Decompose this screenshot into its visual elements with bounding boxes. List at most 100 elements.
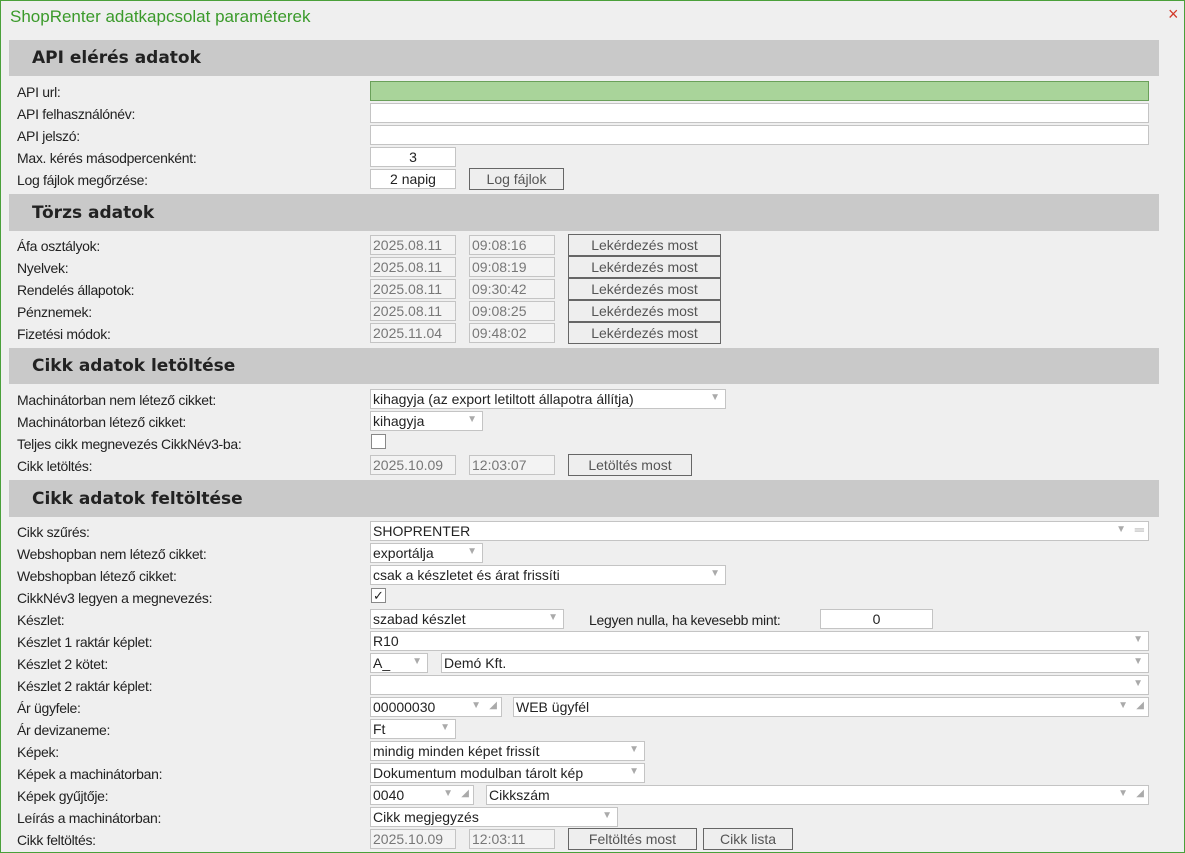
row-cikknev3: CikkNév3 legyen a megnevezés: ✓ <box>1 587 1185 609</box>
ar-ugyfel-code-select[interactable]: 00000030 ▼ ◢ <box>370 697 502 717</box>
torzs-date: 2025.08.11 <box>370 257 456 277</box>
row-letezo: Machinátorban létező cikket: kihagyja ▼ <box>1 411 1185 433</box>
szures-select[interactable]: SHOPRENTER ▼ ═ <box>370 521 1149 541</box>
api-url-input[interactable] <box>370 81 1149 101</box>
menu-icon[interactable]: ═ <box>1135 522 1144 537</box>
label: API jelszó: <box>17 128 80 144</box>
chevron-down-icon: ▼ <box>467 414 477 425</box>
row-log-retention: Log fájlok megőrzése: 2 napig Log fájlok <box>1 168 1185 191</box>
label: Készlet 1 raktár képlet: <box>17 634 153 650</box>
row-leiras: Leírás a machinátorban: Cikk megjegyzés ▼ <box>1 807 1185 829</box>
lekerdezes-most-button[interactable]: Lekérdezés most <box>568 256 721 278</box>
row-szures: Cikk szűrés: SHOPRENTER ▼ ═ <box>1 521 1185 543</box>
leiras-select[interactable]: Cikk megjegyzés ▼ <box>370 807 618 827</box>
value: SHOPRENTER <box>373 523 471 539</box>
torzs-date: 2025.11.04 <box>370 323 456 343</box>
log-files-button[interactable]: Log fájlok <box>469 168 564 190</box>
nulla-input[interactable]: 0 <box>820 609 933 629</box>
k2-kotet-code-select[interactable]: A_ ▼ <box>370 653 428 673</box>
chevron-down-icon: ▼ <box>443 788 453 799</box>
gyujto-name-select[interactable]: Cikkszám ▼ ◢ <box>486 785 1149 805</box>
label: API felhasználónév: <box>17 106 136 122</box>
lekerdezes-most-button[interactable]: Lekérdezés most <box>568 234 721 256</box>
lekerdezes-most-button[interactable]: Lekérdezés most <box>568 322 721 344</box>
teljes-nev-checkbox[interactable] <box>371 434 386 449</box>
section-header-torzs: Törzs adatok <box>9 194 1159 231</box>
max-requests-input[interactable]: 3 <box>370 147 456 167</box>
label: Ár ügyfele: <box>17 700 81 716</box>
close-icon[interactable]: × <box>1168 4 1179 25</box>
torzs-row: Áfa osztályok: 2025.08.11 09:08:16 Lekér… <box>1 234 1185 257</box>
letoltes-most-button[interactable]: Letöltés most <box>568 454 692 476</box>
row-k2-kotet: Készlet 2 kötet: A_ ▼ Demó Kft. ▼ <box>1 653 1185 675</box>
label: Webshopban létező cikket: <box>17 568 177 584</box>
label: Ár devizaneme: <box>17 722 111 738</box>
cikk-lista-button[interactable]: Cikk lista <box>703 828 793 850</box>
label: Leírás a machinátorban: <box>17 810 162 826</box>
label: Log fájlok megőrzése: <box>17 172 148 188</box>
ws-nem-select[interactable]: exportálja ▼ <box>370 543 483 563</box>
torzs-row: Pénznemek: 2025.08.11 09:08:25 Lekérdezé… <box>1 300 1185 323</box>
lekerdezes-most-button[interactable]: Lekérdezés most <box>568 278 721 300</box>
torzs-date: 2025.08.11 <box>370 279 456 299</box>
label: Készlet 2 kötet: <box>17 656 108 672</box>
letoltes-date: 2025.10.09 <box>370 455 456 475</box>
value: kihagyja (az export letiltott állapotra … <box>373 391 634 407</box>
chevron-down-icon: ▼ <box>1118 700 1128 711</box>
api-password-input[interactable] <box>370 125 1149 145</box>
log-retention-input[interactable]: 2 napig <box>370 169 456 189</box>
torzs-time: 09:30:42 <box>469 279 555 299</box>
dialog-window: ShopRenter adatkapcsolat paraméterek × A… <box>0 0 1185 853</box>
cikknev3-checkbox[interactable]: ✓ <box>371 588 386 603</box>
label: Képek: <box>17 744 59 760</box>
gyujto-code-select[interactable]: 0040 ▼ ◢ <box>370 785 474 805</box>
label: Cikk feltöltés: <box>17 832 96 848</box>
chevron-down-icon: ▼ <box>1133 634 1143 645</box>
label: Max. kérés másodpercenként: <box>17 150 197 166</box>
ws-letezo-select[interactable]: csak a készletet és árat frissíti ▼ <box>370 565 726 585</box>
api-username-input[interactable] <box>370 103 1149 123</box>
torzs-time: 09:08:19 <box>469 257 555 277</box>
resize-icon: ◢ <box>461 788 469 799</box>
row-ar-ugyfel: Ár ügyfele: 00000030 ▼ ◢ WEB ügyfél ▼ ◢ <box>1 697 1185 719</box>
section-header-letoltes: Cikk adatok letöltése <box>9 348 1159 384</box>
feltoltes-most-button[interactable]: Feltöltés most <box>568 828 697 850</box>
torzs-time: 09:08:16 <box>469 235 555 255</box>
row-ws-letezo: Webshopban létező cikket: csak a készlete… <box>1 565 1185 587</box>
k2-kotet-name-select[interactable]: Demó Kft. ▼ <box>441 653 1149 673</box>
row-api-url: API url: <box>1 81 1185 103</box>
keszlet-select[interactable]: szabad készlet ▼ <box>370 609 564 629</box>
row-kepek: Képek: mindig minden képet frissít ▼ <box>1 741 1185 763</box>
chevron-down-icon: ▼ <box>1133 678 1143 689</box>
label: Áfa osztályok: <box>17 238 100 254</box>
row-keszlet: Készlet: szabad készlet ▼ Legyen nulla, ha … <box>1 609 1185 631</box>
torzs-time: 09:48:02 <box>469 323 555 343</box>
nem-letezo-select[interactable]: kihagyja (az export letiltott állapotra … <box>370 389 726 409</box>
label: Képek a machinátorban: <box>17 766 163 782</box>
ar-ugyfel-name-select[interactable]: WEB ügyfél ▼ ◢ <box>513 697 1149 717</box>
row-api-pass: API jelszó: <box>1 125 1185 147</box>
label: Rendelés állapotok: <box>17 282 135 298</box>
value: Dokumentum modulban tárolt kép <box>373 765 584 781</box>
value: Demó Kft. <box>444 655 507 671</box>
value: exportálja <box>373 545 434 561</box>
torzs-time: 09:08:25 <box>469 301 555 321</box>
chevron-down-icon: ▼ <box>471 700 481 711</box>
resize-icon: ◢ <box>489 700 497 711</box>
k1-select[interactable]: R10 ▼ <box>370 631 1149 651</box>
value: 00000030 <box>373 699 436 715</box>
k2-select[interactable]: ▼ <box>370 675 1149 695</box>
value: A_ <box>373 655 391 671</box>
letezo-select[interactable]: kihagyja ▼ <box>370 411 483 431</box>
chevron-down-icon: ▼ <box>629 766 639 777</box>
feltoltes-time: 12:03:11 <box>469 829 555 849</box>
row-k1: Készlet 1 raktár képlet: R10 ▼ <box>1 631 1185 653</box>
kepek-select[interactable]: mindig minden képet frissít ▼ <box>370 741 645 761</box>
kepek-machinator-select[interactable]: Dokumentum modulban tárolt kép ▼ <box>370 763 645 783</box>
deviza-select[interactable]: Ft ▼ <box>370 719 456 739</box>
label: CikkNév3 legyen a megnevezés: <box>17 590 213 606</box>
lekerdezes-most-button[interactable]: Lekérdezés most <box>568 300 721 322</box>
row-nem-letezo: Machinátorban nem létező cikket: kihagyja… <box>1 389 1185 411</box>
label: Machinátorban nem létező cikket: <box>17 392 216 408</box>
chevron-down-icon: ▼ <box>710 392 720 403</box>
